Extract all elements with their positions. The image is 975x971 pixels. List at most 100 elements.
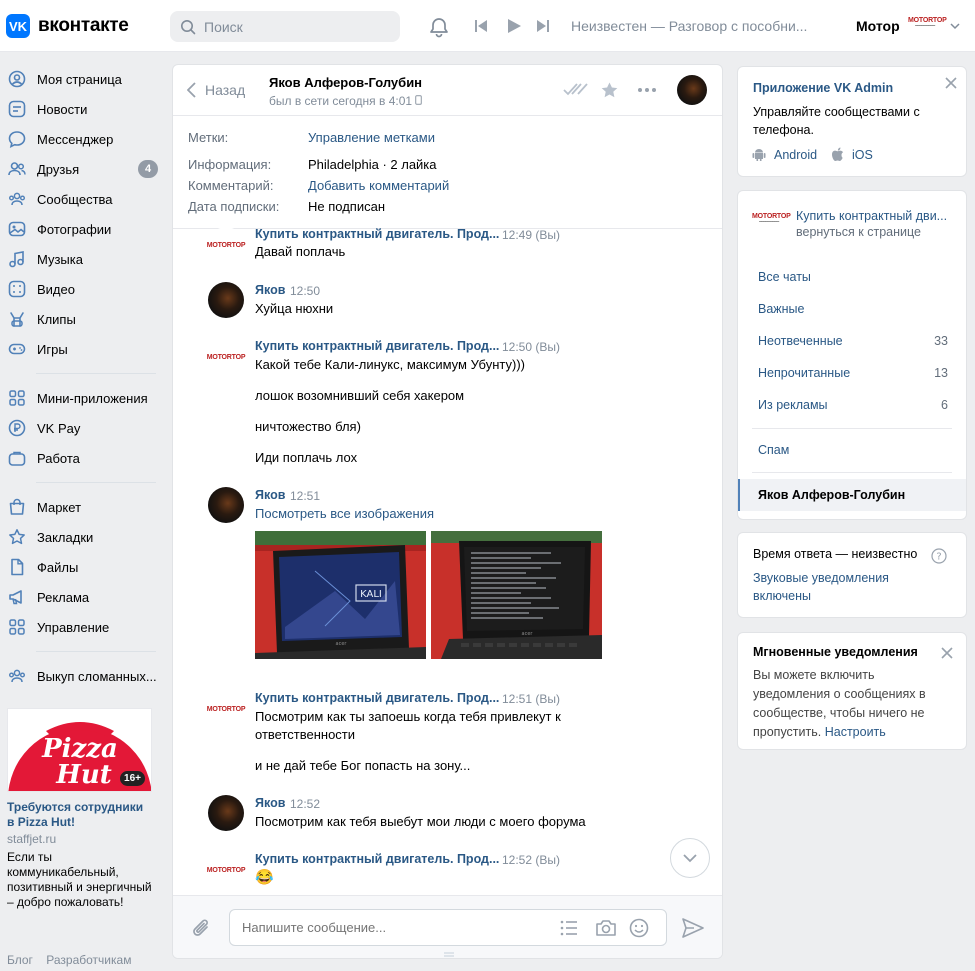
message-author[interactable]: Купить контрактный двигатель. Прод... bbox=[255, 339, 499, 353]
nav-ads[interactable]: Реклама bbox=[0, 582, 160, 612]
nav-clips[interactable]: Клипы bbox=[0, 304, 160, 334]
folder-spam[interactable]: Спам bbox=[758, 443, 948, 457]
message-author[interactable]: Яков bbox=[255, 796, 285, 810]
nav-my-page[interactable]: Моя страница bbox=[0, 64, 160, 94]
chevron-down-icon[interactable] bbox=[950, 22, 960, 30]
peer-avatar[interactable] bbox=[208, 282, 244, 318]
manage-tags-link[interactable]: Управление метками bbox=[308, 127, 435, 148]
nav-manage[interactable]: Управление bbox=[0, 612, 160, 642]
nav-messenger[interactable]: Мессенджер bbox=[0, 124, 160, 154]
message-author[interactable]: Купить контрактный двигатель. Прод... bbox=[255, 852, 499, 866]
message-author[interactable]: Купить контрактный двигатель. Прод... bbox=[255, 227, 499, 241]
nav-label: VK Pay bbox=[37, 420, 81, 436]
nav-market[interactable]: Маркет bbox=[0, 492, 160, 522]
nav-video[interactable]: Видео bbox=[0, 274, 160, 304]
message-author[interactable]: Яков bbox=[255, 283, 285, 297]
nav-news[interactable]: Новости bbox=[0, 94, 160, 124]
market-icon bbox=[8, 498, 26, 516]
close-icon[interactable] bbox=[941, 647, 953, 659]
double-check-icon[interactable] bbox=[563, 82, 589, 96]
nav-photos[interactable]: Фотографии bbox=[0, 214, 160, 244]
message-author[interactable]: Купить контрактный двигатель. Прод... bbox=[255, 691, 499, 705]
nav-group-buyout[interactable]: Выкуп сломанных... bbox=[0, 661, 160, 691]
folder-unread[interactable]: Непрочитанные 13 bbox=[758, 366, 948, 380]
nav-files[interactable]: Файлы bbox=[0, 552, 160, 582]
ad-title[interactable]: Требуются сотрудники в Pizza Hut! bbox=[7, 800, 153, 830]
response-info: Время ответа — неизвестно ? Звуковые уве… bbox=[737, 532, 967, 618]
bell-icon[interactable] bbox=[428, 16, 450, 38]
footer-link-blog[interactable]: Блог bbox=[7, 953, 33, 967]
add-comment-link[interactable]: Добавить комментарий bbox=[308, 175, 449, 196]
photo-attachment[interactable]: KALI acer bbox=[255, 531, 426, 659]
nav-label: Работа bbox=[37, 450, 80, 466]
ios-link[interactable]: iOS bbox=[831, 147, 873, 162]
star-icon[interactable] bbox=[600, 81, 619, 100]
peer-avatar[interactable] bbox=[677, 75, 707, 105]
nav-mini-apps[interactable]: Мини-приложения bbox=[0, 383, 160, 413]
message-composer bbox=[173, 895, 722, 958]
nav-work[interactable]: Работа bbox=[0, 443, 160, 473]
nav-label: Моя страница bbox=[37, 71, 122, 87]
user-icon bbox=[8, 70, 26, 88]
more-icon[interactable] bbox=[637, 83, 657, 97]
group-avatar[interactable]: MOTORTOP bbox=[207, 691, 245, 727]
back-button[interactable]: Назад bbox=[187, 82, 245, 98]
peer-avatar[interactable] bbox=[208, 487, 244, 523]
message-author[interactable]: Яков bbox=[255, 488, 285, 502]
sound-notifications-link[interactable]: Звуковые уведомления включены bbox=[753, 569, 933, 605]
group-avatar[interactable]: MOTORTOP bbox=[207, 852, 245, 888]
android-icon bbox=[752, 149, 766, 161]
vk-admin-promo: Приложение VK Admin Управляйте сообществ… bbox=[737, 66, 967, 177]
emoji-icon[interactable] bbox=[629, 918, 649, 938]
back-to-page-link[interactable]: вернуться к странице bbox=[796, 225, 921, 239]
vk-admin-title[interactable]: Приложение VK Admin bbox=[753, 81, 893, 95]
paperclip-icon[interactable] bbox=[191, 918, 213, 940]
group-avatar[interactable]: MOTORTOP bbox=[207, 227, 245, 263]
current-track[interactable]: Неизвестен — Разговор с пособни... bbox=[571, 18, 811, 34]
group-avatar[interactable]: MOTORTOP ━━━━━━━━━ bbox=[752, 213, 791, 224]
active-chat-item[interactable]: Яков Алферов-Голубин bbox=[738, 479, 966, 511]
camera-icon[interactable] bbox=[595, 919, 617, 937]
ad-image[interactable]: Pizza Hut 16+ bbox=[7, 708, 152, 792]
folder-divider bbox=[752, 472, 952, 473]
android-link[interactable]: Android bbox=[752, 147, 817, 162]
group-avatar[interactable]: MOTORTOP bbox=[207, 339, 245, 375]
resize-grip-icon[interactable] bbox=[443, 952, 455, 958]
folder-unanswered[interactable]: Неотвеченные 33 bbox=[758, 334, 948, 348]
meta-key: Информация: bbox=[188, 157, 272, 172]
message-input-box[interactable] bbox=[229, 909, 667, 946]
send-icon[interactable] bbox=[682, 918, 704, 938]
ad-block[interactable]: Pizza Hut 16+ Требуются сотрудники в Piz… bbox=[7, 708, 153, 910]
vk-logo[interactable]: VK вконтакте bbox=[6, 14, 129, 38]
folder-from-ads[interactable]: Из рекламы 6 bbox=[758, 398, 948, 412]
group-name-link[interactable]: Купить контрактный дви... bbox=[796, 209, 956, 223]
message-time: 12:50 (Вы) bbox=[502, 340, 560, 354]
nav-label: Управление bbox=[37, 619, 110, 635]
nav-music[interactable]: Музыка bbox=[0, 244, 160, 274]
folder-all[interactable]: Все чаты bbox=[758, 270, 948, 284]
profile-avatar[interactable]: MOTORTOP ━━━━━━━━━ bbox=[908, 17, 947, 28]
help-icon[interactable]: ? bbox=[931, 548, 947, 564]
message-input[interactable] bbox=[242, 920, 542, 935]
templates-icon[interactable] bbox=[560, 920, 578, 936]
folder-important[interactable]: Важные bbox=[758, 302, 948, 316]
video-icon bbox=[8, 280, 26, 298]
configure-link[interactable]: Настроить bbox=[825, 725, 886, 739]
scroll-down-button[interactable] bbox=[670, 838, 710, 878]
play-icon[interactable] bbox=[506, 18, 522, 34]
photo-attachment[interactable]: acer bbox=[431, 531, 602, 659]
nav-friends[interactable]: Друзья 4 bbox=[0, 154, 160, 184]
close-icon[interactable] bbox=[945, 77, 957, 89]
peer-avatar[interactable] bbox=[208, 795, 244, 831]
profile-name[interactable]: Мотор bbox=[856, 18, 900, 34]
footer-link-developers[interactable]: Разработчикам bbox=[46, 953, 131, 967]
nav-games[interactable]: Игры bbox=[0, 334, 160, 364]
search-input[interactable]: Поиск bbox=[170, 11, 400, 42]
nav-groups[interactable]: Сообщества bbox=[0, 184, 160, 214]
next-track-icon[interactable] bbox=[536, 19, 550, 33]
peer-name[interactable]: Яков Алферов-Голубин bbox=[269, 75, 422, 90]
previous-track-icon[interactable] bbox=[474, 19, 488, 33]
nav-vk-pay[interactable]: VK Pay bbox=[0, 413, 160, 443]
nav-bookmarks[interactable]: Закладки bbox=[0, 522, 160, 552]
view-all-images-link[interactable]: Посмотреть все изображения bbox=[255, 505, 434, 523]
